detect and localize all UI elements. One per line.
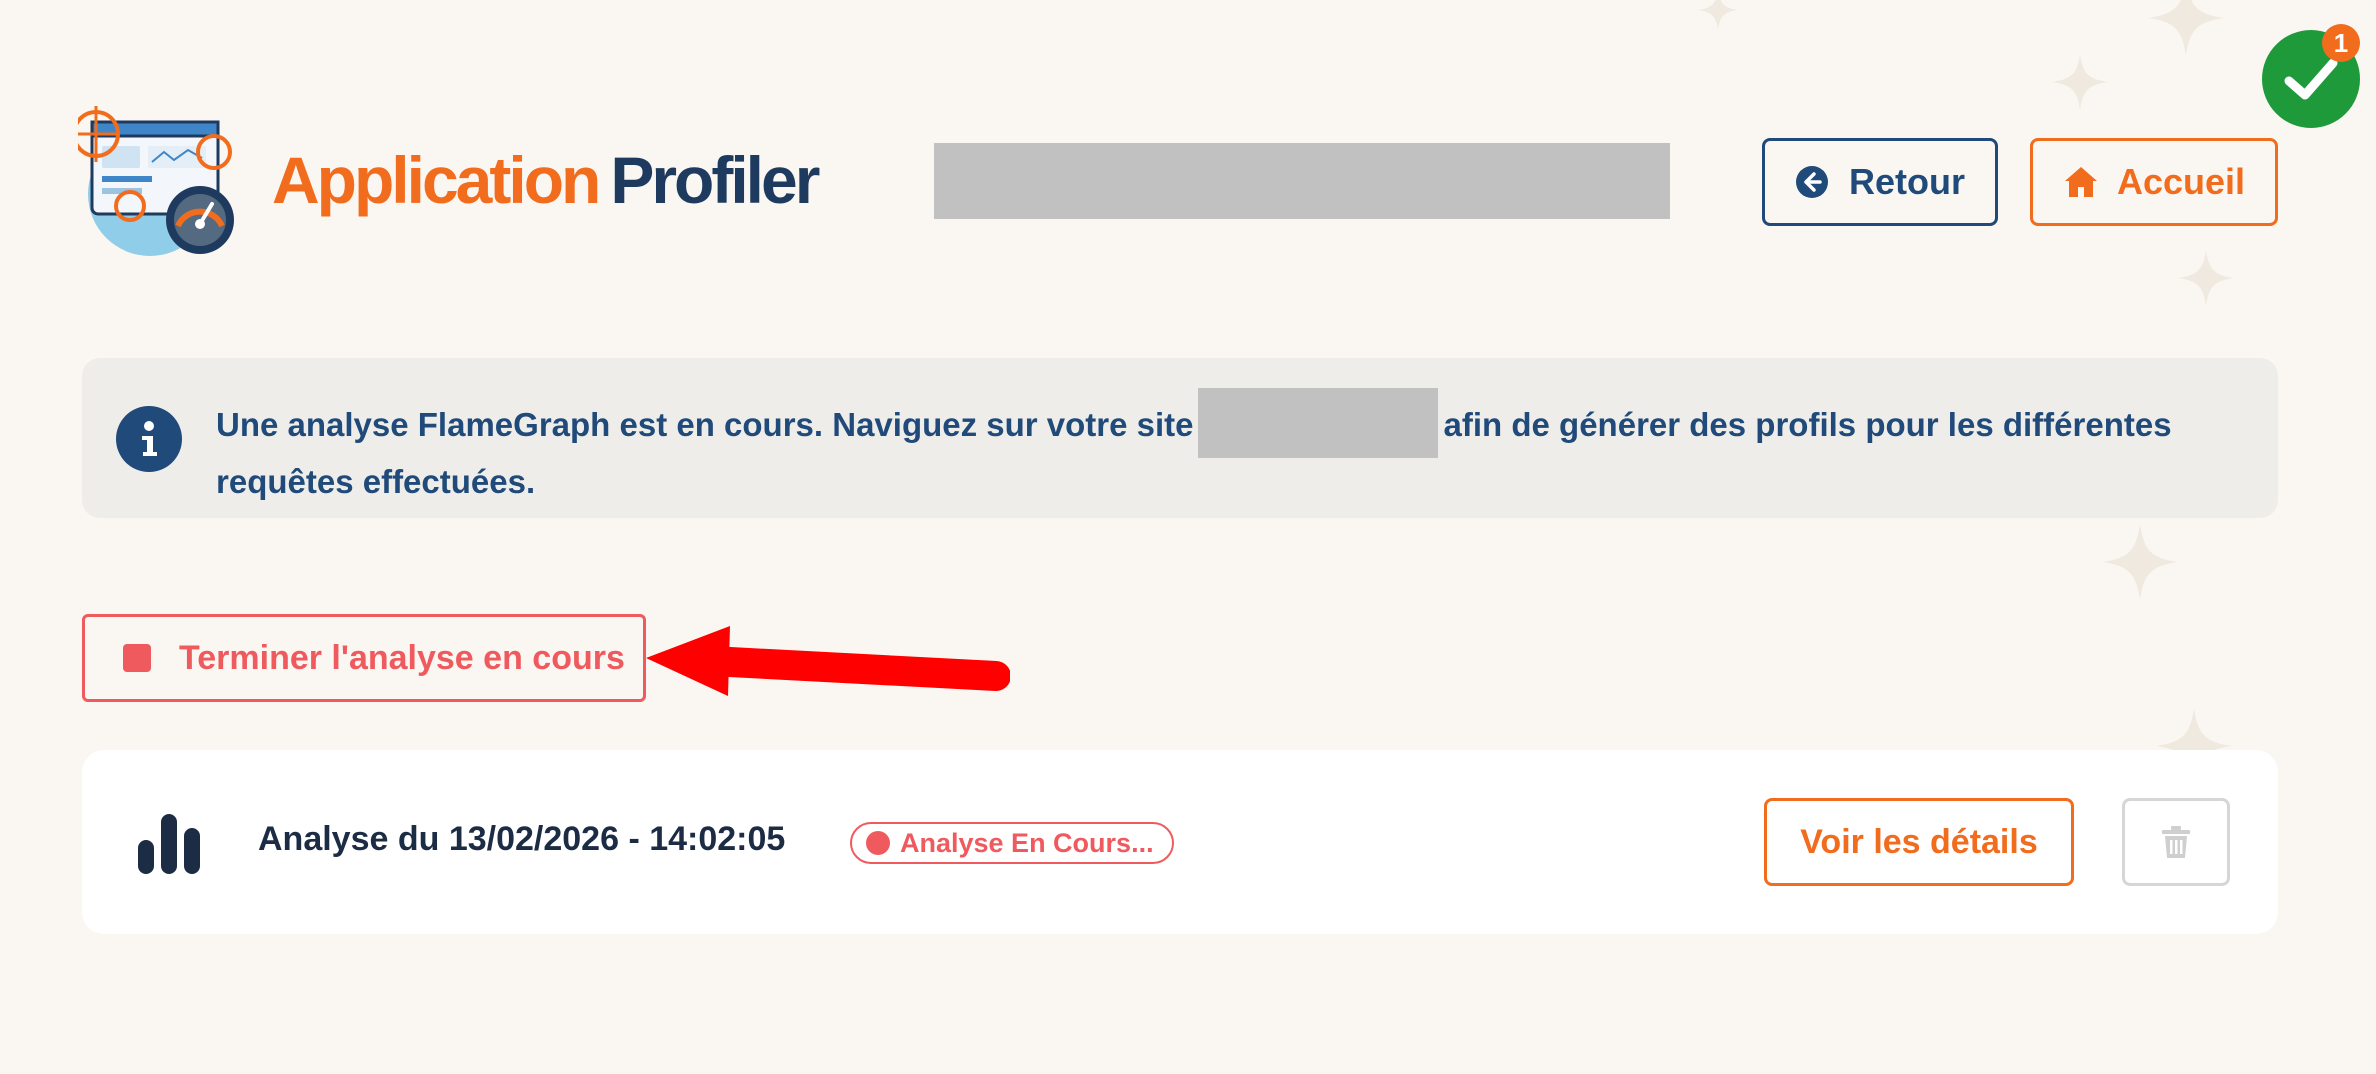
view-details-button[interactable]: Voir les détails bbox=[1764, 798, 2074, 886]
bar-chart-icon bbox=[138, 814, 200, 874]
arrow-left-circle-icon bbox=[1796, 166, 1828, 198]
info-text-before: Une analyse FlameGraph est en cours. Nav… bbox=[216, 406, 1194, 443]
app-title-part2: Profiler bbox=[610, 143, 820, 217]
view-details-label: Voir les détails bbox=[1800, 822, 2038, 861]
trash-icon bbox=[2162, 826, 2190, 858]
status-badge-label: Analyse En Cours... bbox=[900, 827, 1154, 858]
sparkle-decoration bbox=[2148, 0, 2224, 56]
sparkle-decoration bbox=[2178, 250, 2234, 306]
back-button-label: Retour bbox=[1849, 161, 1965, 202]
sparkle-decoration bbox=[1698, 0, 1738, 30]
app-profiler-logo bbox=[78, 106, 234, 256]
sparkle-decoration bbox=[2102, 524, 2178, 600]
app-title: Application Profiler bbox=[272, 140, 820, 220]
redacted-site-url bbox=[1197, 388, 1438, 458]
stop-icon bbox=[123, 644, 151, 672]
info-message: Une analyse FlameGraph est en cours. Nav… bbox=[216, 388, 2256, 506]
status-badge: Analyse En Cours... bbox=[850, 822, 1174, 864]
analysis-title: Analyse du 13/02/2026 - 14:02:05 bbox=[258, 820, 786, 858]
info-icon bbox=[116, 406, 182, 472]
delete-analysis-button[interactable] bbox=[2122, 798, 2230, 886]
status-dot-icon bbox=[866, 831, 890, 855]
stop-analysis-label: Terminer l'analyse en cours bbox=[179, 638, 625, 677]
home-icon bbox=[2064, 167, 2097, 197]
app-title-part1: Application bbox=[272, 143, 601, 217]
stop-analysis-button[interactable]: Terminer l'analyse en cours bbox=[82, 614, 646, 702]
redacted-site-name bbox=[934, 143, 1670, 219]
back-button[interactable]: Retour bbox=[1762, 138, 1998, 226]
home-button[interactable]: Accueil bbox=[2030, 138, 2278, 226]
notification-badge: 1 bbox=[2322, 24, 2360, 62]
check-icon bbox=[2284, 58, 2338, 100]
sparkle-decoration bbox=[2052, 54, 2108, 110]
home-button-label: Accueil bbox=[2116, 161, 2246, 202]
red-arrow-annotation bbox=[646, 626, 1010, 696]
